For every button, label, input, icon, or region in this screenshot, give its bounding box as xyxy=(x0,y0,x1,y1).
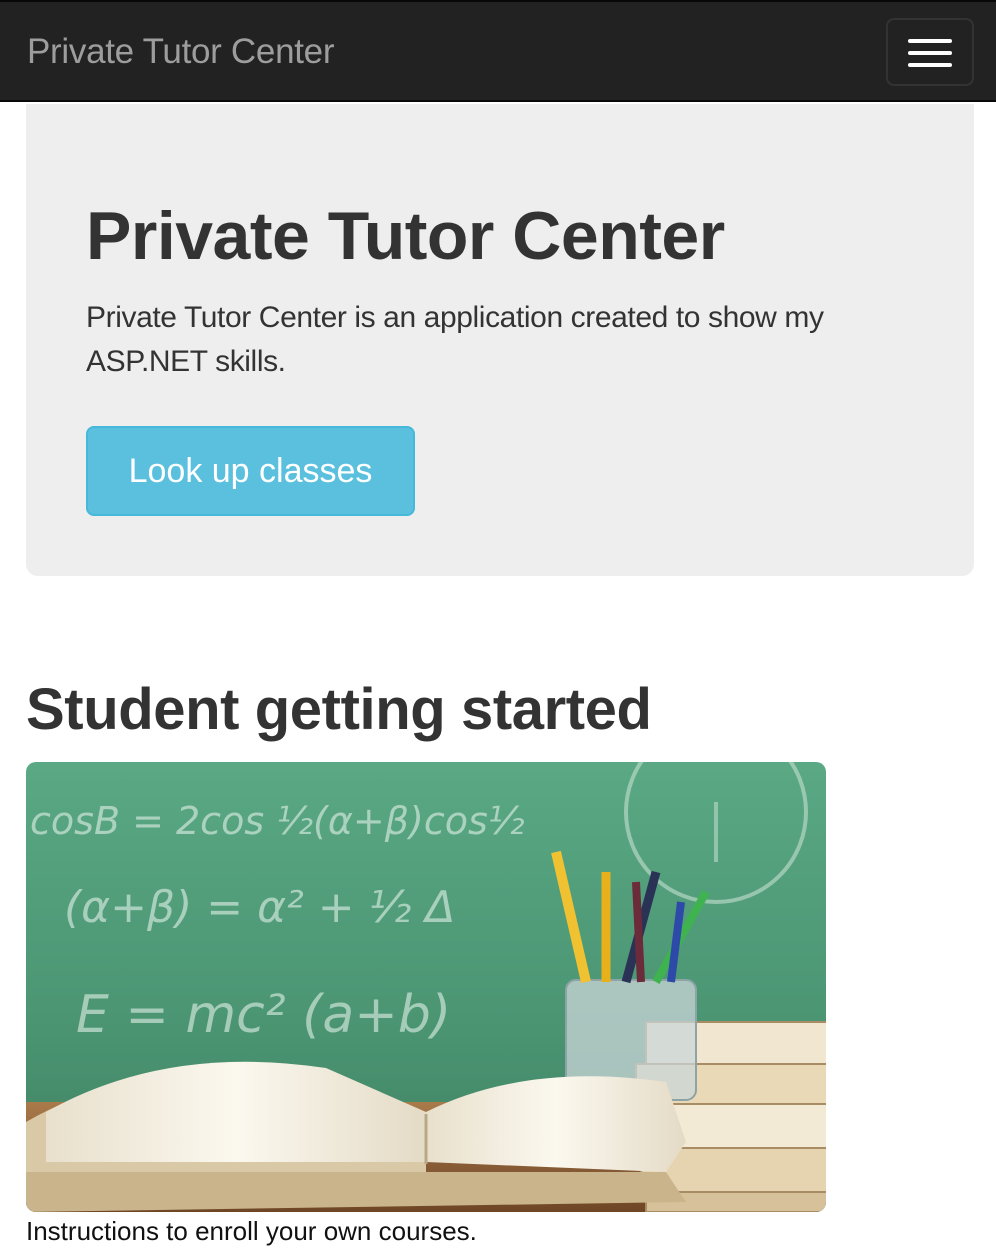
look-up-classes-button[interactable]: Look up classes xyxy=(86,426,415,516)
student-section-heading: Student getting started xyxy=(26,677,652,742)
open-book xyxy=(26,1061,686,1212)
chalk-formula-1: cosB = 2cos ½(α+β)cos½ xyxy=(30,799,525,843)
hamburger-bar-bottom xyxy=(908,63,952,67)
hamburger-bar-middle xyxy=(908,51,952,55)
chalk-formula-3: E = mc² (a+b) xyxy=(76,985,451,1045)
jumbotron-lead-text: Private Tutor Center is an application c… xyxy=(86,301,824,378)
navbar-toggle-button[interactable] xyxy=(886,18,974,86)
jumbotron-title: Private Tutor Center xyxy=(86,198,725,274)
classroom-image: cosB = 2cos ½(α+β)cos½ (α+β) = α² + ½ Δ … xyxy=(26,762,826,1212)
hamburger-bar-top xyxy=(908,39,952,43)
chalk-formula-2: (α+β) = α² + ½ Δ xyxy=(64,882,455,933)
navbar-brand-link[interactable]: Private Tutor Center xyxy=(27,32,335,72)
navbar: Private Tutor Center xyxy=(0,0,996,102)
jumbotron: Private Tutor Center Private Tutor Cente… xyxy=(26,104,974,576)
student-section-caption: Instructions to enroll your own courses. xyxy=(26,1216,477,1246)
